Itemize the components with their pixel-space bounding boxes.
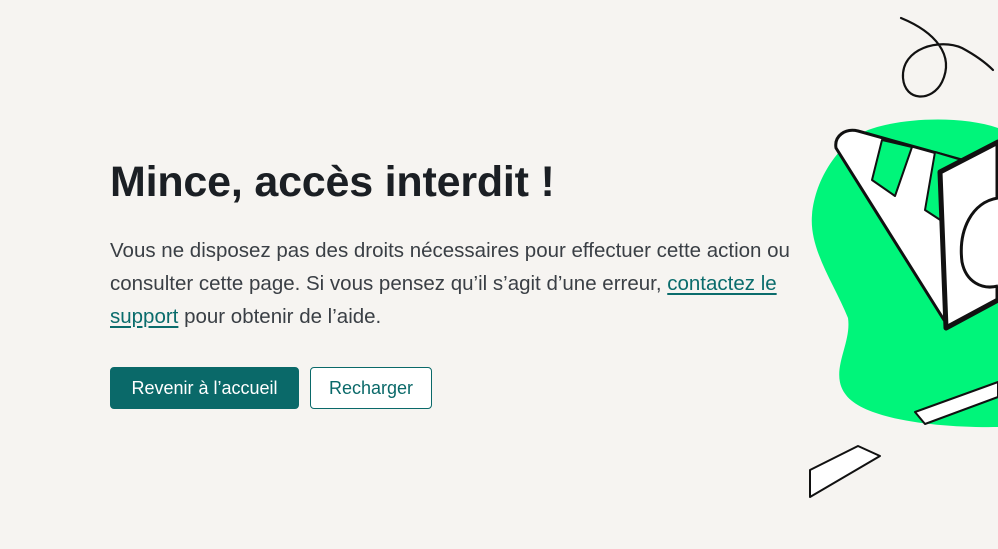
message-text-after: pour obtenir de l’aide.: [178, 305, 382, 328]
error-message: Vous ne disposez pas des droits nécessai…: [110, 234, 790, 333]
reload-button[interactable]: Recharger: [310, 367, 432, 409]
traffic-cone-icon: [809, 16, 998, 498]
actions-bar: Revenir à l’accueil Recharger: [110, 367, 790, 409]
home-button[interactable]: Revenir à l’accueil: [110, 367, 299, 409]
error-content: Mince, accès interdit ! Vous ne disposez…: [110, 156, 790, 409]
ground-strip-2: [809, 445, 881, 498]
loop-doodle: [899, 16, 995, 98]
page-title: Mince, accès interdit !: [110, 158, 555, 206]
